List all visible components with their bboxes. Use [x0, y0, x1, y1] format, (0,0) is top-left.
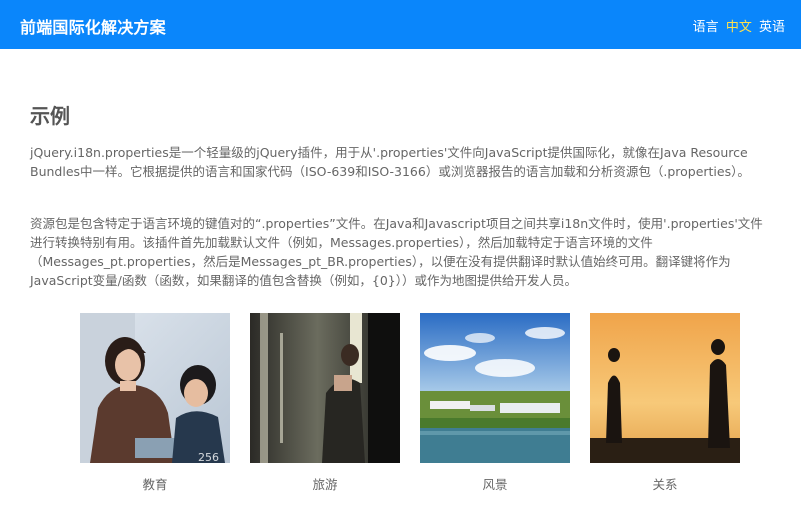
- intro-paragraph-1: jQuery.i18n.properties是一个轻量级的jQuery插件，用于…: [30, 145, 750, 179]
- gallery-caption: 教育: [142, 477, 168, 492]
- gallery-caption: 风景: [482, 477, 508, 492]
- relationship-photo: [590, 313, 740, 463]
- intro-paragraph-2: 资源包是包含特定于语言环境的键值对的“.properties”文件。在Java和…: [30, 216, 763, 288]
- language-switcher: 语言 中文 英语: [693, 16, 785, 35]
- section-title: 示例: [30, 104, 70, 128]
- language-label: 语言: [692, 20, 719, 35]
- top-navbar: 前端国际化解决方案 语言 中文 英语: [0, 0, 801, 49]
- gallery-card-scenery[interactable]: 风景: [420, 313, 570, 493]
- gallery-card-relationship[interactable]: 关系: [590, 313, 740, 493]
- travel-photo: [250, 313, 400, 463]
- svg-text:256: 256: [198, 451, 219, 463]
- brand-title[interactable]: 前端国际化解决方案: [20, 14, 166, 38]
- gallery-card-education[interactable]: 256 教育: [80, 313, 230, 493]
- lang-option-english[interactable]: 英语: [759, 20, 785, 35]
- lang-option-chinese[interactable]: 中文: [726, 20, 752, 35]
- gallery-caption: 旅游: [312, 477, 338, 492]
- scenery-photo: [420, 313, 570, 463]
- education-photo: 256: [80, 313, 230, 463]
- gallery-caption: 关系: [652, 477, 678, 492]
- gallery-card-travel[interactable]: 旅游: [250, 313, 400, 493]
